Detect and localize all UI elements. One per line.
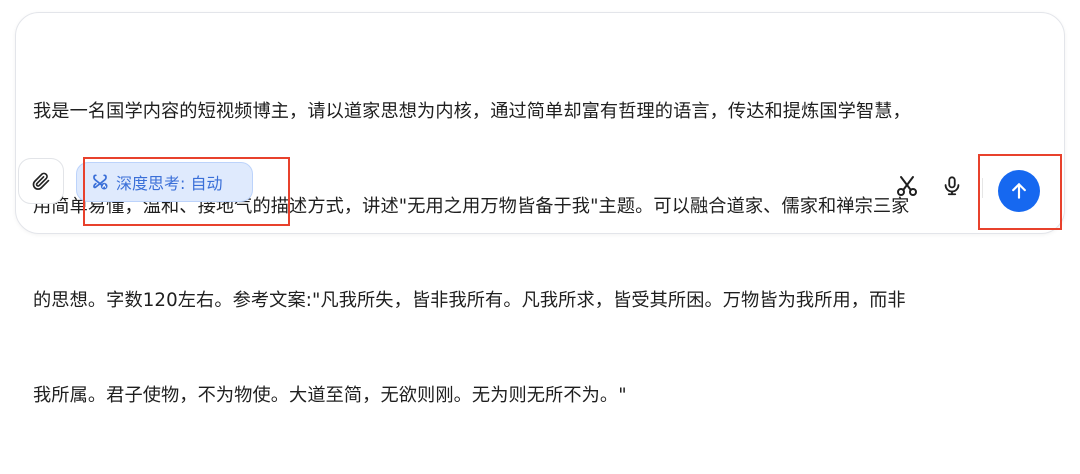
attach-button[interactable] bbox=[18, 158, 64, 204]
prompt-line: 我所属。君子使物，不为物使。大道至简，无欲则刚。无为则无所不为。" bbox=[33, 384, 627, 406]
deep-think-toggle[interactable]: 深度思考: 自动 bbox=[76, 162, 253, 202]
scissors-icon bbox=[897, 176, 917, 196]
microphone-icon bbox=[944, 176, 960, 196]
paperclip-icon bbox=[32, 172, 50, 190]
send-button[interactable] bbox=[998, 170, 1040, 212]
scissors-button[interactable] bbox=[893, 172, 921, 200]
arrow-up-icon bbox=[1012, 183, 1026, 199]
prompt-line: 我是一名国学内容的短视频博主，请以道家思想为内核，通过简单却富有哲理的语言，传达… bbox=[33, 101, 911, 122]
prompt-line: 的思想。字数120左右。参考文案:"凡我所失，皆非我所有。凡我所求，皆受其所困。… bbox=[33, 290, 906, 311]
prompt-input[interactable]: 我是一名国学内容的短视频博主，请以道家思想为内核，通过简单却富有哲理的语言，传达… bbox=[33, 33, 1053, 474]
toolbar-divider bbox=[982, 178, 983, 198]
deep-think-label: 深度思考: 自动 bbox=[116, 174, 223, 193]
deep-think-icon bbox=[93, 174, 108, 190]
microphone-button[interactable] bbox=[938, 172, 966, 200]
